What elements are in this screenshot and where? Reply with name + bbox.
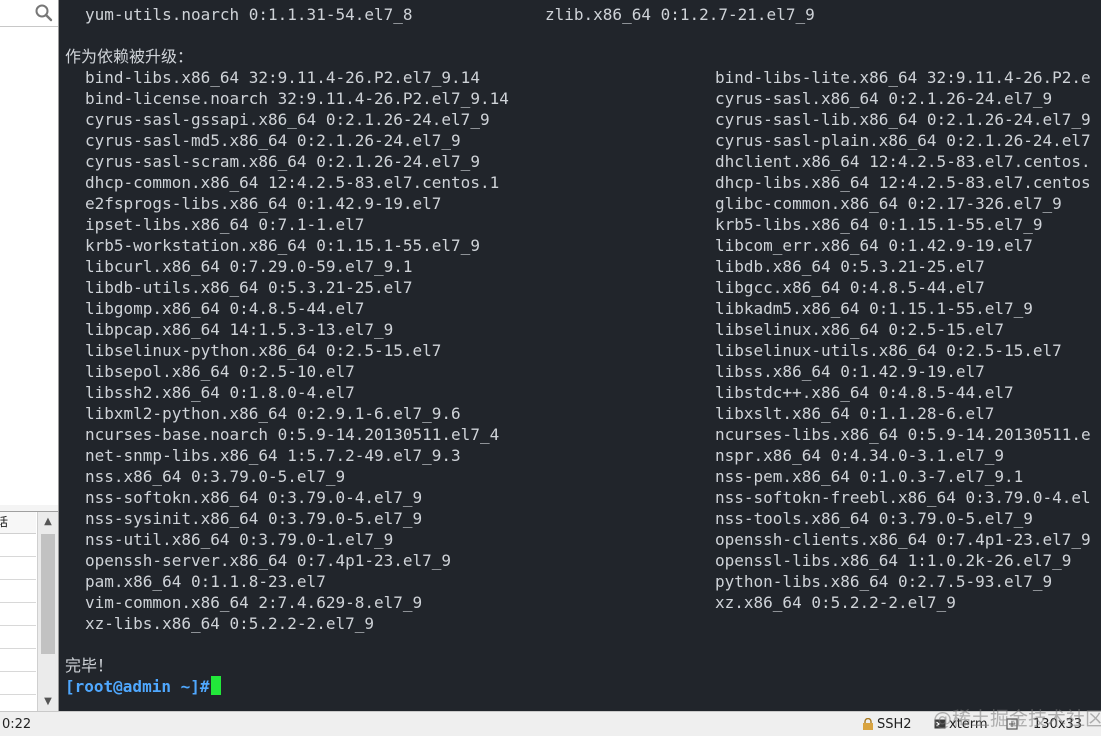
lock-icon [863, 718, 873, 730]
package-entry: cyrus-sasl.x86_64 0:2.1.26-24.el7_9 [715, 89, 1053, 108]
package-entry: cyrus-sasl-scram.x86_64 0:2.1.26-24.el7_… [85, 152, 480, 171]
list-item[interactable] [0, 649, 36, 672]
package-entry: openssh-clients.x86_64 0:7.4p1-23.el7_9 [715, 530, 1091, 549]
list-item[interactable] [0, 626, 36, 649]
package-entry: pam.x86_64 0:1.1.8-23.el7 [85, 572, 326, 591]
package-entry: libgcc.x86_64 0:4.8.5-44.el7 [715, 278, 985, 297]
package-entry: nss-pem.x86_64 0:1.0.3-7.el7_9.1 [715, 467, 1024, 486]
package-entry: nss.x86_64 0:3.79.0-5.el7_9 [85, 467, 346, 486]
package-entry: nss-softokn-freebl.x86_64 0:3.79.0-4.el [715, 488, 1091, 507]
package-entry: libsepol.x86_64 0:2.5-10.el7 [85, 362, 355, 381]
package-entry: openssh-server.x86_64 0:7.4p1-23.el7_9 [85, 551, 452, 570]
session-search-input[interactable] [0, 0, 58, 27]
session-list[interactable]: 话 ▲ ▼ [0, 511, 58, 711]
package-entry: python-libs.x86_64 0:2.7.5-93.el7_9 [715, 572, 1053, 591]
package-entry: libpcap.x86_64 14:1.5.3-13.el7_9 [85, 320, 394, 339]
package-entry: vim-common.x86_64 2:7.4.629-8.el7_9 [85, 593, 423, 612]
package-entry: dhclient.x86_64 12:4.2.5-83.el7.centos. [715, 152, 1091, 171]
package-entry: libxslt.x86_64 0:1.1.28-6.el7 [715, 404, 995, 423]
terminal-line: zlib.x86_64 0:1.2.7-21.el7_9 [545, 5, 815, 24]
terminal-cursor [210, 676, 221, 695]
prompt-text: [root@admin ~]# [65, 677, 210, 696]
scroll-up-icon[interactable]: ▲ [38, 512, 58, 532]
package-entry: bind-license.noarch 32:9.11.4-26.P2.el7_… [85, 89, 509, 108]
section-header: 作为依赖被升级： [65, 47, 194, 66]
package-entry: dhcp-libs.x86_64 12:4.2.5-83.el7.centos [715, 173, 1091, 192]
search-icon[interactable] [34, 3, 54, 23]
list-item[interactable] [0, 534, 36, 557]
list-item[interactable] [0, 557, 36, 580]
package-entry: libselinux.x86_64 0:2.5-15.el7 [715, 320, 1004, 339]
watermark: @稀土掘金技术社区 [933, 708, 1101, 730]
package-entry: libselinux-python.x86_64 0:2.5-15.el7 [85, 341, 442, 360]
package-entry: cyrus-sasl-md5.x86_64 0:2.1.26-24.el7_9 [85, 131, 461, 150]
package-entry: libxml2-python.x86_64 0:2.9.1-6.el7_9.6 [85, 404, 461, 423]
package-entry: libdb.x86_64 0:5.3.21-25.el7 [715, 257, 985, 276]
package-entry: xz.x86_64 0:5.2.2-2.el7_9 [715, 593, 956, 612]
package-entry: bind-libs-lite.x86_64 32:9.11.4-26.P2.e [715, 68, 1091, 87]
shell-prompt[interactable]: [root@admin ~]# [65, 676, 221, 697]
package-entry: bind-libs.x86_64 32:9.11.4-26.P2.el7_9.1… [85, 68, 480, 87]
package-entry: nspr.x86_64 0:4.34.0-3.1.el7_9 [715, 446, 1004, 465]
session-time: 0:22 [2, 717, 32, 732]
protocol-status: SSH2 [877, 717, 912, 732]
package-entry: libdb-utils.x86_64 0:5.3.21-25.el7 [85, 278, 413, 297]
package-entry: libssh2.x86_64 0:1.8.0-4.el7 [85, 383, 355, 402]
list-item[interactable] [0, 580, 36, 603]
package-entry: nss-tools.x86_64 0:3.79.0-5.el7_9 [715, 509, 1033, 528]
package-entry: ncurses-base.noarch 0:5.9-14.20130511.el… [85, 425, 500, 444]
list-column-header[interactable]: 话 [0, 512, 36, 534]
package-entry: glibc-common.x86_64 0:2.17-326.el7_9 [715, 194, 1062, 213]
scrollbar-thumb[interactable] [41, 534, 55, 654]
package-entry: cyrus-sasl-plain.x86_64 0:2.1.26-24.el7 [715, 131, 1091, 150]
package-entry: cyrus-sasl-lib.x86_64 0:2.1.26-24.el7_9 [715, 110, 1091, 129]
package-entry: ipset-libs.x86_64 0:7.1-1.el7 [85, 215, 365, 234]
package-entry: libselinux-utils.x86_64 0:2.5-15.el7 [715, 341, 1062, 360]
terminal-line: yum-utils.noarch 0:1.1.31-54.el7_8 [85, 5, 413, 24]
package-entry: nss-sysinit.x86_64 0:3.79.0-5.el7_9 [85, 509, 423, 528]
package-entry: nss-util.x86_64 0:3.79.0-1.el7_9 [85, 530, 394, 549]
package-entry: e2fsprogs-libs.x86_64 0:1.42.9-19.el7 [85, 194, 442, 213]
list-item[interactable] [0, 672, 36, 695]
package-entry: libcom_err.x86_64 0:1.42.9-19.el7 [715, 236, 1033, 255]
scroll-down-icon[interactable]: ▼ [38, 692, 58, 711]
package-entry: openssl-libs.x86_64 1:1.0.2k-26.el7_9 [715, 551, 1072, 570]
package-entry: dhcp-common.x86_64 12:4.2.5-83.el7.cento… [85, 173, 500, 192]
package-entry: libstdc++.x86_64 0:4.8.5-44.el7 [715, 383, 1014, 402]
package-entry: ncurses-libs.x86_64 0:5.9-14.20130511.e [715, 425, 1091, 444]
package-entry: krb5-libs.x86_64 0:1.15.1-55.el7_9 [715, 215, 1043, 234]
package-entry: libss.x86_64 0:1.42.9-19.el7 [715, 362, 985, 381]
ssh-client-window: 话 ▲ ▼ yum-utils.noarch 0:1.1.31-54.el7_8… [0, 0, 1101, 736]
package-entry: net-snmp-libs.x86_64 1:5.7.2-49.el7_9.3 [85, 446, 461, 465]
done-message: 完毕！ [65, 656, 114, 675]
package-entry: cyrus-sasl-gssapi.x86_64 0:2.1.26-24.el7… [85, 110, 490, 129]
package-entry: libkadm5.x86_64 0:1.15.1-55.el7_9 [715, 299, 1033, 318]
list-scrollbar[interactable]: ▲ ▼ [37, 512, 58, 711]
package-entry: krb5-workstation.x86_64 0:1.15.1-55.el7_… [85, 236, 480, 255]
session-panel: 话 ▲ ▼ [0, 0, 59, 711]
session-tree[interactable] [0, 27, 58, 505]
package-entry: xz-libs.x86_64 0:5.2.2-2.el7_9 [85, 614, 374, 633]
package-entry: libgomp.x86_64 0:4.8.5-44.el7 [85, 299, 365, 318]
terminal-output[interactable]: yum-utils.noarch 0:1.1.31-54.el7_8 zlib.… [59, 0, 1101, 711]
package-entry: libcurl.x86_64 0:7.29.0-59.el7_9.1 [85, 257, 413, 276]
list-item[interactable] [0, 603, 36, 626]
package-entry: nss-softokn.x86_64 0:3.79.0-4.el7_9 [85, 488, 423, 507]
